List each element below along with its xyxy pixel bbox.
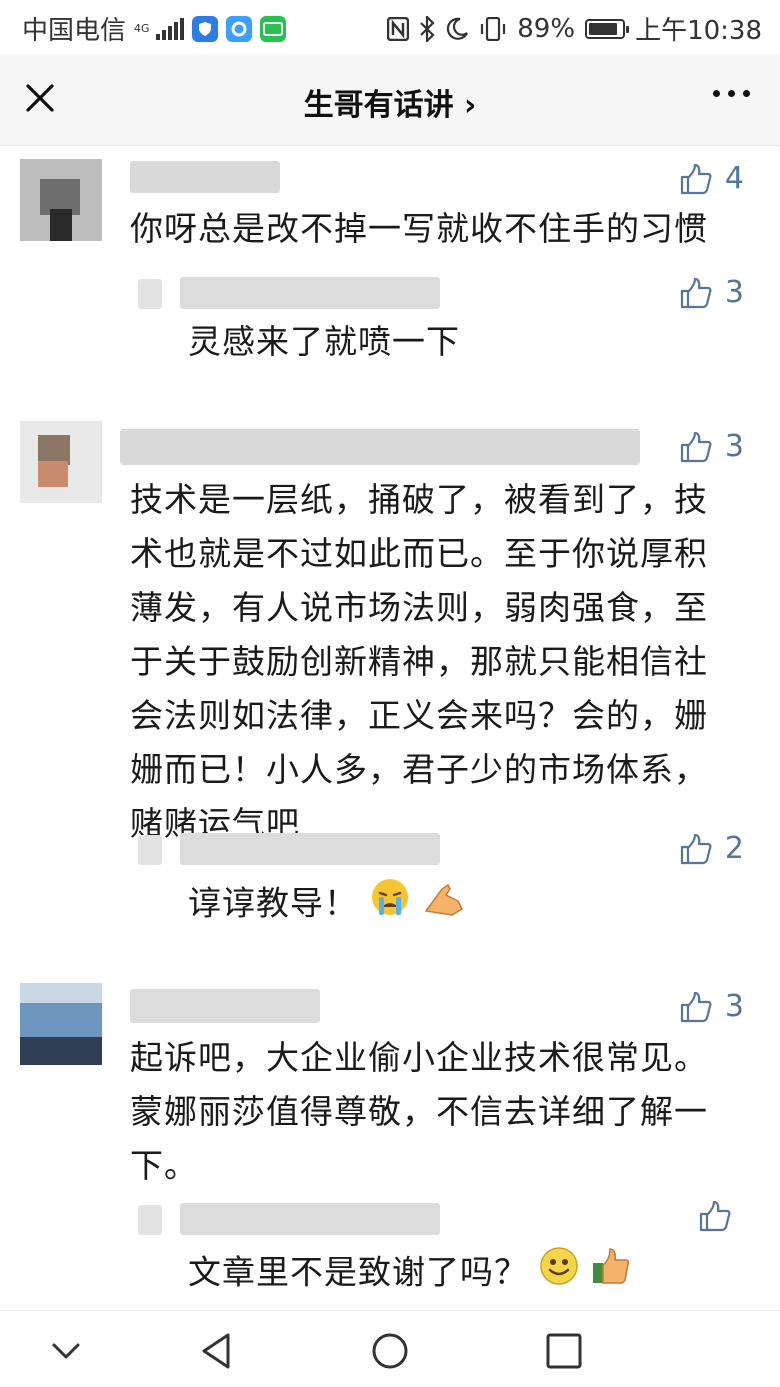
more-icon: [713, 90, 720, 97]
battery-icon: [585, 18, 630, 39]
like-count: 4: [724, 161, 744, 196]
reply-like-button[interactable]: [698, 1199, 744, 1233]
browser-app-icon: [225, 15, 252, 42]
iqiyi-app-icon: [259, 15, 286, 42]
nfc-icon: [387, 16, 410, 41]
like-count: 3: [724, 429, 744, 464]
home-icon: [372, 1333, 408, 1369]
smile-emoji: [538, 1245, 580, 1303]
reply-text: 文章里不是致谢了吗？: [188, 1245, 632, 1303]
bluetooth-icon: [420, 15, 435, 42]
avatar[interactable]: [20, 159, 102, 241]
reply-username-blurred[interactable]: [180, 277, 440, 309]
network-type: 4G: [134, 22, 150, 35]
collapse-button[interactable]: [44, 1329, 88, 1373]
signal-icon: [155, 17, 184, 40]
page-title[interactable]: 生哥有话讲 ›: [0, 80, 780, 124]
reply-text: 谆谆教导！: [188, 875, 466, 935]
back-icon: [202, 1333, 230, 1369]
home-button[interactable]: [368, 1329, 412, 1373]
thumbs-up-icon: [680, 991, 712, 1022]
shield-app-icon: [191, 15, 218, 42]
reply-avatar-blurred[interactable]: [138, 279, 162, 309]
like-button[interactable]: 3: [679, 429, 744, 464]
username-blurred[interactable]: [130, 989, 320, 1023]
chevron-down-icon: [52, 1343, 80, 1359]
thumbs-up-emoji: [590, 1245, 632, 1303]
thumbs-up-icon: [699, 1200, 731, 1232]
comment-text: 技术是一层纸，捅破了，被看到了，技 术也就是不过如此而已。至于你说厚积 薄发，有…: [130, 480, 708, 843]
thumbs-up-icon: [680, 833, 712, 864]
like-count: 3: [724, 989, 744, 1024]
hand-emoji: [422, 875, 466, 935]
carrier-name: 中国电信: [22, 16, 127, 46]
thumbs-up-icon: [680, 431, 712, 462]
recents-icon: [546, 1333, 582, 1369]
thumbs-up-icon: [680, 277, 712, 308]
status-bar-right: 89% 上午10:38: [387, 10, 762, 47]
back-button[interactable]: [196, 1329, 240, 1373]
vibrate-icon: [481, 16, 506, 41]
reply-username-blurred[interactable]: [180, 833, 440, 865]
status-bar-left: 中国电信 4G: [22, 10, 286, 47]
like-button[interactable]: 3: [679, 989, 744, 1024]
like-button[interactable]: 4: [679, 161, 744, 196]
more-button[interactable]: [713, 90, 750, 97]
avatar[interactable]: [20, 983, 102, 1065]
reply-avatar-blurred[interactable]: [138, 835, 162, 865]
avatar[interactable]: [20, 421, 102, 503]
reply-avatar-blurred[interactable]: [138, 1205, 162, 1235]
comment-text: 你呀总是改不掉一写就收不住手的习惯: [130, 209, 708, 248]
battery-percent: 89%: [517, 13, 576, 44]
comment-list[interactable]: 4 你呀总是改不掉一写就收不住手的习惯 3 灵感来了就喷一下 3 技术是一层纸，…: [0, 147, 780, 1310]
reply-like-button[interactable]: 3: [679, 275, 744, 310]
title-bar: 生哥有话讲 ›: [0, 54, 780, 146]
navigation-bar: [0, 1310, 780, 1387]
reply-text: 灵感来了就喷一下: [188, 322, 460, 361]
crying-emoji: [368, 875, 412, 935]
username-blurred[interactable]: [130, 161, 280, 193]
like-count: 2: [724, 831, 744, 866]
comment-text: 起诉吧，大企业偷小企业技术很常见。 蒙娜丽莎值得尊敬，不信去详细了解一 下。: [130, 1038, 708, 1185]
reply-like-button[interactable]: 2: [679, 831, 744, 866]
status-bar: 中国电信 4G 89% 上午10:38: [0, 0, 780, 54]
reply-username-blurred[interactable]: [180, 1203, 440, 1235]
clock: 上午10:38: [635, 16, 762, 46]
thumbs-up-icon: [680, 163, 712, 194]
moon-icon: [447, 17, 469, 40]
like-count: 3: [724, 275, 744, 310]
recents-button[interactable]: [542, 1329, 586, 1373]
username-blurred[interactable]: [120, 429, 640, 465]
